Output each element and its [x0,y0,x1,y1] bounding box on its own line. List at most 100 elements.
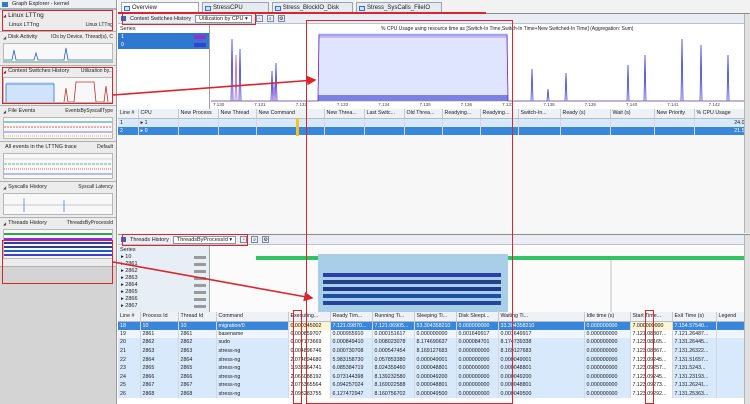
column-header[interactable]: Line # [118,109,139,119]
table-row[interactable]: 2 ▸ 0 21.54 [118,126,750,136]
column-header[interactable]: Readying... [442,109,481,119]
cell-waiting-time: 8.174739338 [498,338,585,347]
column-header[interactable]: Thread Id [178,312,217,322]
column-header[interactable]: Line # [118,312,141,322]
context-switches-table: Line # CPU New Process New Thread New Co… [118,109,750,233]
cell-empty [560,118,611,127]
series-row[interactable]: ▸ 2861 [118,261,209,268]
series-row-cpu0[interactable]: 0 [118,41,209,49]
column-header[interactable]: Readying... [480,109,519,119]
search-icon[interactable]: ⌕ [251,236,259,243]
collapse-triangle-icon[interactable]: ◢ [3,69,6,74]
series-row[interactable]: ▸ 2867 [118,303,209,310]
table-row[interactable]: 24 2866 2866 stress-ng 2.066088192 6.07314439… [118,372,750,382]
column-header[interactable]: New Process [178,109,219,119]
column-header[interactable]: CPU [138,109,179,119]
series-row[interactable]: ▸ 10 [118,254,209,261]
column-header[interactable]: % CPU Usage [694,109,750,119]
vertical-scrollbar[interactable] [744,235,750,404]
column-header[interactable]: Wait (s) [610,109,655,119]
disk-activity-thumbnail[interactable] [3,43,113,63]
file-events-thumbnail[interactable] [3,117,113,139]
cell-start-time: 7.123.09257... [630,363,673,373]
explorer-section-disk-activity[interactable]: ◢ Disk Activity IOs by Device, Thread(s), … [0,31,116,65]
column-header[interactable]: Command [216,312,289,322]
series-row[interactable]: ▸ 2866 [118,296,209,303]
column-header[interactable]: Idle time (s) [584,312,631,322]
column-header[interactable]: Old Threa... [404,109,443,119]
series-swatch [194,43,206,47]
table-row[interactable]: 26 2868 2868 stress-ng 2.093283755 6.12747294… [118,389,750,399]
tab-overview[interactable]: Overview [121,2,200,13]
explorer-section-all-events[interactable]: All events in the LTTNG trace Default [0,141,116,181]
cell-running-time: 0.000151617 [372,329,415,339]
threads-history-thumbnail[interactable] [3,229,113,259]
cell-sleeping-time: 8.169127683 [414,346,457,356]
tab-stress-blockio-disk[interactable]: Stress_BlockIO_Disk [271,2,354,13]
view-settings-icon[interactable]: ▫ [255,15,263,22]
search-icon[interactable]: ⌕ [266,15,274,22]
series-row-cpu1[interactable]: 1 [118,33,209,41]
series-row[interactable]: ▸ 2865 [118,289,209,296]
series-row[interactable]: ▸ 2864 [118,282,209,289]
tab-stresscpu[interactable]: StressCPU [202,2,269,13]
column-header[interactable]: Ready (s) [560,109,611,119]
collapse-triangle-icon[interactable]: ◢ [3,35,6,40]
collapse-triangle-icon[interactable]: ◢ [3,109,6,114]
explorer-section-context-switches[interactable]: ◢ Context Switches History Utilization by.… [0,65,116,105]
tab-stress-syscalls-fileio[interactable]: Stress_SysCalls_FileIO [356,2,443,13]
column-header[interactable]: Ready Tim... [330,312,373,322]
table-row[interactable]: 23 2865 2865 stress-ng 1.938964741 6.08538471… [118,363,750,373]
column-header[interactable]: Last Switc... [364,109,405,119]
column-header[interactable]: Start Time... [630,312,673,322]
view-preset-dropdown[interactable]: ThreadsByProcessId ▾ [172,235,237,244]
vertical-scrollbar[interactable] [744,14,750,233]
column-header[interactable]: Sleeping Ti... [414,312,457,322]
collapse-triangle-icon[interactable]: ◢ [3,221,6,226]
cell-command: migration/0 [216,321,289,330]
expand-icon[interactable]: ▸ [141,120,144,126]
column-header[interactable]: Exit Time (s) [672,312,717,322]
column-header[interactable]: New Threa... [324,109,365,119]
tab-label: StressCPU [213,5,243,11]
series-row[interactable]: ▸ 2863 [118,275,209,282]
all-events-thumbnail[interactable] [3,153,113,179]
explorer-section-syscalls[interactable]: ◢ Syscalls History Syscall Latency [0,181,116,217]
gear-icon[interactable]: ⚙ [262,236,270,243]
table-row[interactable]: 18 10 10 migration/0 0.000345002 7.121.09870.… [118,321,750,330]
tab-page-icon [205,6,212,11]
table-row[interactable]: 19 2861 2861 basename 0.000859707 0.000955910… [118,329,750,339]
collapse-triangle-icon[interactable]: ◢ [3,185,6,190]
table-row[interactable]: 21 2863 2863 stress-ng 0.004896746 0.00073070… [118,346,750,356]
time-tick: 7.135 [419,102,431,107]
gear-icon[interactable]: ⚙ [277,15,285,22]
column-header[interactable]: Executing... [288,312,331,322]
explorer-section-threads-history[interactable]: ◢ Threads History ThreadsByProcessId [0,217,116,266]
column-header[interactable]: Disk Sleepi... [456,312,499,322]
expand-icon[interactable]: ▸ [141,128,144,134]
threads-timeline-chart[interactable] [211,246,750,312]
column-header[interactable]: New Command [256,109,325,119]
table-row[interactable]: 1 ▸ 1 24.08 [118,118,750,127]
column-header[interactable]: Running Ti... [372,312,415,322]
explorer-root[interactable]: ◢ Linux LTTng Linux LTTng Linux LTTng [0,9,116,31]
section-name: Disk Activity [8,34,38,40]
syscalls-thumbnail[interactable] [3,193,113,215]
cell-running-time: 0.008023078 [372,338,415,347]
column-header[interactable]: Process Id [140,312,179,322]
column-header[interactable]: New Thread [218,109,257,119]
table-row[interactable]: 25 2867 2867 stress-ng 2.075365564 6.09425702… [118,381,750,390]
series-name: 2861 [125,261,138,267]
column-header[interactable]: Switch-In... [518,109,561,119]
series-row[interactable]: ▸ 2862 [118,268,209,275]
view-preset-dropdown[interactable]: Utilization by CPU ▾ [195,14,252,23]
table-row[interactable]: 20 2862 2862 sudo 0.007173669 0.000849410 0.00… [118,338,750,347]
view-settings-icon[interactable]: ▫ [240,236,248,243]
collapse-triangle-icon[interactable]: ◢ [3,13,6,18]
context-switches-thumbnail[interactable] [3,77,113,103]
cpu-usage-chart[interactable]: % CPU Usage using resource time as [Swit… [211,25,750,109]
column-header[interactable]: New Priority [654,109,695,119]
explorer-section-file-events[interactable]: ◢ File Events EventsBySyscallType [0,105,116,141]
table-row[interactable]: 22 2864 2864 stress-ng 2.074694680 5.98315873… [118,355,750,364]
column-header[interactable]: Waiting Ti... [498,312,585,322]
